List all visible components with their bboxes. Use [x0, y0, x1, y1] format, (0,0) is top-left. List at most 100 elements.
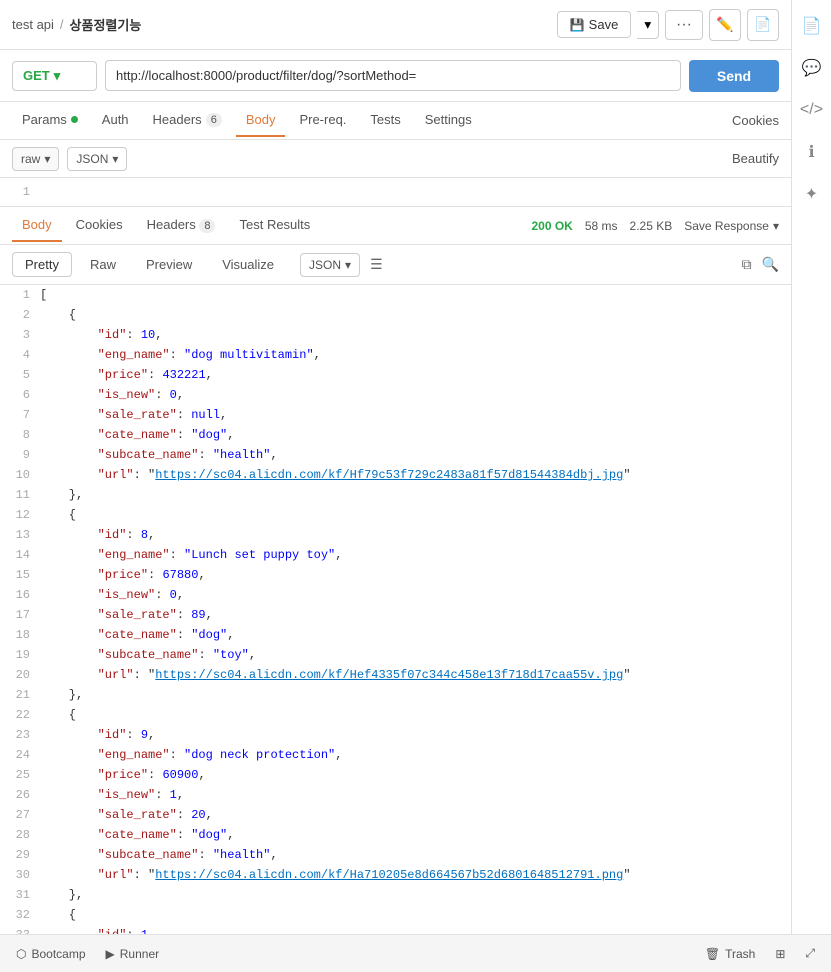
resp-tab-body[interactable]: Body — [12, 209, 62, 242]
view-tab-preview[interactable]: Preview — [134, 253, 204, 276]
send-button[interactable]: Send — [689, 60, 779, 92]
runner-label: Runner — [120, 947, 159, 961]
json-response-line: 6 "is_new": 0, — [0, 385, 791, 405]
tab-settings[interactable]: Settings — [415, 104, 482, 137]
tab-body[interactable]: Body — [236, 104, 286, 137]
json-response-line: 7 "sale_rate": null, — [0, 405, 791, 425]
json-response-line: 2 { — [0, 305, 791, 325]
bottom-bar: ⬡ Bootcamp ▶ Runner 🗑 Trash ⊞ ⤢ — [0, 934, 831, 972]
json-response-line: 4 "eng_name": "dog multivitamin", — [0, 345, 791, 365]
chat-icon-button[interactable]: 💬 — [794, 50, 830, 86]
api-path: test api — [12, 17, 54, 32]
breadcrumb-separator: / — [60, 17, 64, 32]
view-tab-pretty[interactable]: Pretty — [12, 252, 72, 277]
body-toolbar: raw ▾ JSON ▾ Beautify — [0, 140, 791, 178]
json-response-line: 15 "price": 67880, — [0, 565, 791, 585]
description-icon-button[interactable]: 📄 — [747, 9, 779, 41]
beautify-button[interactable]: Beautify — [732, 151, 779, 166]
method-label: GET — [23, 68, 50, 83]
json-response-line: 5 "price": 432221, — [0, 365, 791, 385]
response-format-select[interactable]: JSON ▾ — [300, 253, 360, 277]
json-response-line: 14 "eng_name": "Lunch set puppy toy", — [0, 545, 791, 565]
url-input[interactable] — [105, 60, 681, 91]
json-response-line: 30 "url": "https://sc04.alicdn.com/kf/Ha… — [0, 865, 791, 885]
tab-auth[interactable]: Auth — [92, 104, 139, 137]
method-chevron-icon: ▾ — [54, 68, 61, 84]
json-response-line: 19 "subcate_name": "toy", — [0, 645, 791, 665]
format-label: raw — [21, 152, 40, 166]
editor-line-content[interactable] — [40, 182, 47, 202]
magic-icon-button[interactable]: ✦ — [794, 176, 830, 212]
expand-icon-button[interactable]: ⤢ — [805, 946, 815, 961]
url-bar: GET ▾ Send — [0, 50, 791, 102]
response-format-chevron-icon: ▾ — [345, 258, 351, 272]
save-response-button[interactable]: Save Response ▾ — [684, 219, 779, 233]
json-response-line: 29 "subcate_name": "health", — [0, 845, 791, 865]
json-response-line: 1[ — [0, 285, 791, 305]
json-response-line: 20 "url": "https://sc04.alicdn.com/kf/He… — [0, 665, 791, 685]
params-active-dot — [71, 116, 78, 123]
api-name: 상품정렬기능 — [70, 15, 142, 34]
info-icon-button[interactable]: ℹ — [794, 134, 830, 170]
tab-tests[interactable]: Tests — [360, 104, 410, 137]
json-response-line: 16 "is_new": 0, — [0, 585, 791, 605]
json-response-line: 9 "subcate_name": "health", — [0, 445, 791, 465]
response-size: 2.25 KB — [630, 219, 673, 233]
top-bar-actions: 💾 Save ▾ ··· ✏️ 📄 — [557, 9, 779, 41]
copy-icon-button[interactable]: ⧉ — [742, 256, 752, 273]
json-response-line: 32 { — [0, 905, 791, 925]
status-ok-badge: 200 OK — [531, 219, 572, 233]
save-response-chevron-icon: ▾ — [773, 219, 779, 233]
format-select[interactable]: raw ▾ — [12, 147, 59, 171]
runner-item[interactable]: ▶ Runner — [106, 947, 160, 961]
trash-item[interactable]: 🗑 Trash — [705, 947, 755, 961]
json-response-line: 23 "id": 9, — [0, 725, 791, 745]
json-response-line: 21 }, — [0, 685, 791, 705]
bootcamp-item[interactable]: ⬡ Bootcamp — [16, 947, 86, 961]
save-label: Save — [589, 17, 619, 32]
view-tab-raw[interactable]: Raw — [78, 253, 128, 276]
code-icon-button[interactable]: </> — [794, 92, 830, 128]
json-response-line: 24 "eng_name": "dog neck protection", — [0, 745, 791, 765]
response-format-label: JSON — [309, 258, 341, 272]
view-tabs: Pretty Raw Preview Visualize JSON ▾ ☰ ⧉ … — [0, 245, 791, 285]
tab-prereq[interactable]: Pre-req. — [289, 104, 356, 137]
resp-tab-headers[interactable]: Headers 8 — [137, 209, 226, 242]
request-body-editor[interactable]: 1 — [0, 178, 791, 207]
json-response-line: 28 "cate_name": "dog", — [0, 825, 791, 845]
json-response-line: 3 "id": 10, — [0, 325, 791, 345]
json-response-area: 1[2 {3 "id": 10,4 "eng_name": "dog multi… — [0, 285, 791, 963]
json-response-line: 18 "cate_name": "dog", — [0, 625, 791, 645]
save-response-label: Save Response — [684, 219, 769, 233]
view-tab-visualize[interactable]: Visualize — [210, 253, 286, 276]
trash-icon: 🗑 — [705, 947, 720, 961]
type-select[interactable]: JSON ▾ — [67, 147, 127, 171]
response-status-bar: 200 OK 58 ms 2.25 KB Save Response ▾ — [531, 219, 779, 233]
tab-headers[interactable]: Headers 6 — [143, 104, 232, 137]
bootcamp-icon: ⬡ — [16, 947, 26, 961]
editor-line-number: 1 — [0, 182, 40, 202]
format-chevron-icon: ▾ — [44, 152, 50, 166]
resp-tab-test-results[interactable]: Test Results — [229, 209, 320, 242]
search-icon-button[interactable]: 🔍 — [762, 256, 779, 273]
json-response-line: 22 { — [0, 705, 791, 725]
cookies-button[interactable]: Cookies — [732, 113, 779, 128]
resp-tab-cookies[interactable]: Cookies — [66, 209, 133, 242]
type-label: JSON — [76, 152, 108, 166]
type-chevron-icon: ▾ — [112, 152, 118, 166]
method-select[interactable]: GET ▾ — [12, 61, 97, 91]
save-dropdown-button[interactable]: ▾ — [637, 11, 659, 39]
save-button[interactable]: 💾 Save — [557, 11, 632, 38]
json-response-line: 10 "url": "https://sc04.alicdn.com/kf/Hf… — [0, 465, 791, 485]
filter-icon-button[interactable]: ☰ — [370, 256, 383, 273]
top-bar: test api / 상품정렬기능 💾 Save ▾ ··· ✏️ 📄 — [0, 0, 791, 50]
tab-params[interactable]: Params — [12, 104, 88, 137]
more-options-button[interactable]: ··· — [665, 10, 703, 40]
trash-label: Trash — [725, 947, 755, 961]
file-icon-button[interactable]: 📄 — [794, 8, 830, 44]
runner-icon: ▶ — [106, 947, 115, 961]
grid-icon-button[interactable]: ⊞ — [775, 947, 785, 961]
edit-icon-button[interactable]: ✏️ — [709, 9, 741, 41]
right-sidebar: 📄 💬 </> ℹ ✦ — [791, 0, 831, 972]
json-response-line: 13 "id": 8, — [0, 525, 791, 545]
